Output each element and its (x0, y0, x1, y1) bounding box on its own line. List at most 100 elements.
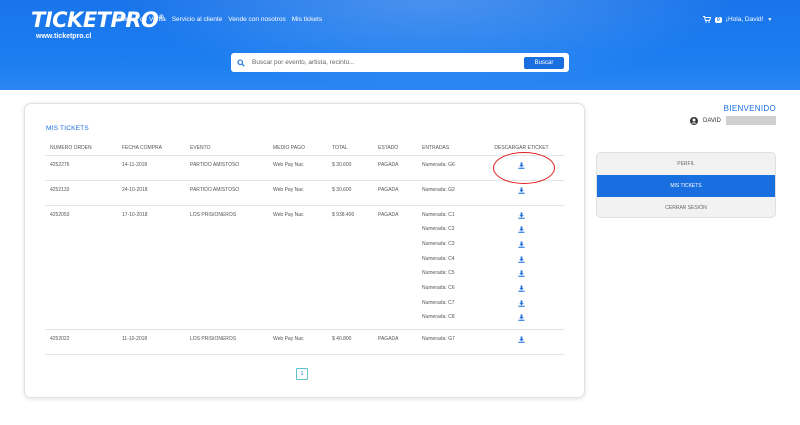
redacted-surname (725, 116, 776, 125)
highlight-circle (493, 152, 555, 184)
download-icon[interactable] (518, 241, 525, 248)
table-row: 4252133 24-10-2018 PARTIDO AMISTOSO Web Pay… (45, 180, 564, 206)
header: TICKETPRO® www.ticketpro.cl Puntos de Ve… (0, 0, 800, 90)
search-input[interactable] (252, 59, 512, 66)
welcome-heading: BIENVENIDO (723, 104, 776, 113)
cell-numero-orden: 4252133 (45, 180, 117, 206)
cell-estado: PAGADA (373, 329, 417, 355)
table-row: 4252022 11-10-2018 LOS PRISIONEROS Web Pay … (45, 329, 564, 355)
col-evento: EVENTO (185, 141, 268, 156)
search-bar: Buscar (231, 53, 569, 72)
download-icon[interactable] (518, 285, 525, 292)
cell-descargar (479, 205, 564, 330)
menu-item-cerrar-sesi-n[interactable]: CERRAR SESIÓN (597, 197, 775, 217)
user-name: DAVID (703, 117, 721, 124)
nav-mis-tickets[interactable]: Mis tickets (292, 16, 322, 23)
cell-medio-pago: Web Pay Nac (268, 180, 327, 206)
cell-entradas: Numerada: C1 Numerada: C2 Numerada: C3 Nume… (417, 205, 479, 330)
cell-fecha-compra: 14-11-2018 (117, 155, 185, 181)
menu-item-perfil[interactable]: PERFIL (597, 153, 775, 175)
download-eticket-button[interactable] (479, 226, 564, 241)
download-eticket-button[interactable] (479, 300, 564, 315)
col-entradas: ENTRADAS (417, 141, 479, 156)
main-nav: Puntos de Venta Servicio al cliente Vend… (118, 16, 322, 23)
orders-table: NUMERO ORDEN FECHA COMPRA EVENTO MEDIO P… (45, 141, 564, 355)
download-icon[interactable] (518, 211, 525, 219)
search-button[interactable]: Buscar (524, 57, 564, 69)
cell-total: $ 40.800 (327, 329, 373, 355)
download-eticket-button[interactable] (479, 285, 564, 300)
nav-servicio-al-cliente[interactable]: Servicio al cliente (172, 16, 223, 23)
download-icon[interactable] (518, 336, 525, 343)
cell-total: $ 938.400 (327, 205, 373, 330)
cell-numero-orden: 4252022 (45, 329, 117, 355)
col-fecha-compra: FECHA COMPRA (117, 141, 185, 156)
download-icon[interactable] (518, 300, 525, 307)
cell-medio-pago: Web Pay Nac (268, 205, 327, 330)
col-numero-orden: NUMERO ORDEN (45, 141, 117, 156)
table-row: 4252276 14-11-2018 PARTIDO AMISTOSO Web Pay… (45, 155, 564, 181)
ticket-seat: Numerada: C1 (422, 211, 455, 218)
cart-count-badge[interactable]: 0 (715, 16, 722, 23)
download-eticket-button[interactable] (479, 241, 564, 256)
cell-estado: PAGADA (373, 205, 417, 330)
download-icon[interactable] (518, 270, 525, 278)
ticket-seat: Numerada: G6 (422, 161, 455, 168)
cell-fecha-compra: 11-10-2018 (117, 329, 185, 355)
download-icon[interactable] (518, 226, 525, 233)
cell-entradas: Numerada: G2 (417, 180, 479, 206)
ticket-seat: Numerada: C3 (422, 240, 455, 247)
cell-evento: LOS PRISIONEROS (185, 329, 268, 355)
download-eticket-button[interactable] (479, 314, 564, 329)
cell-medio-pago: Web Pay Nac (268, 155, 327, 181)
cell-entradas: Numerada: G7 (417, 329, 479, 355)
page-title: MIS TICKETS (46, 125, 89, 132)
cart-icon[interactable] (703, 16, 711, 23)
ticket-seat: Numerada: C7 (422, 299, 455, 306)
cell-evento: LOS PRISIONEROS (185, 205, 268, 330)
cell-evento: PARTIDO AMISTOSO (185, 180, 268, 206)
ticket-seat: Numerada: G2 (422, 186, 455, 193)
chevron-down-icon[interactable]: ▼ (767, 17, 772, 23)
cell-total: $ 30.600 (327, 180, 373, 206)
cell-total: $ 30.600 (327, 155, 373, 181)
cell-estado: PAGADA (373, 180, 417, 206)
col-estado: ESTADO (373, 141, 417, 156)
ticket-seat: Numerada: C6 (422, 284, 455, 291)
ticket-seat: Numerada: C4 (422, 255, 455, 262)
nav-vende-con-nosotros[interactable]: Vende con nosotros (228, 16, 285, 23)
logo-url: www.ticketpro.cl (36, 33, 92, 40)
ticket-seat: Numerada: C2 (422, 226, 455, 233)
download-icon[interactable] (518, 186, 525, 194)
table-header-row: NUMERO ORDEN FECHA COMPRA EVENTO MEDIO P… (45, 141, 564, 156)
cell-descargar (479, 329, 564, 355)
cell-evento: PARTIDO AMISTOSO (185, 155, 268, 181)
download-eticket-button[interactable] (479, 336, 564, 345)
download-eticket-button[interactable] (479, 211, 564, 227)
download-eticket-button[interactable] (479, 270, 564, 285)
cell-estado: PAGADA (373, 155, 417, 181)
download-eticket-button[interactable] (479, 256, 564, 271)
download-eticket-button[interactable] (479, 186, 564, 196)
download-icon[interactable] (518, 314, 525, 322)
cell-numero-orden: 4252053 (45, 205, 117, 330)
cell-entradas: Numerada: G6 (417, 155, 479, 181)
tickets-card: MIS TICKETS NUMERO ORDEN FECHA COMPRA EV… (24, 103, 585, 398)
table-row: 4252053 17-10-2018 LOS PRISIONEROS Web Pay … (45, 205, 564, 330)
pagination-page[interactable]: 1 (296, 368, 308, 380)
col-medio-pago: MEDIO PAGO (268, 141, 327, 156)
menu-item-mis-tickets[interactable]: MIS TICKETS (597, 175, 775, 197)
search-icon (237, 58, 245, 67)
download-icon[interactable] (518, 256, 525, 263)
user-greeting[interactable]: ¡Hola, David! (726, 16, 764, 23)
ticket-seat: Numerada: C8 (422, 314, 455, 321)
nav-puntos-de-venta[interactable]: Puntos de Venta (118, 16, 166, 23)
col-total: TOTAL (327, 141, 373, 156)
ticket-seat: Numerada: C5 (422, 270, 455, 277)
user-icon (690, 116, 698, 125)
crowd-background (120, 0, 740, 90)
user-name-row: DAVID (690, 116, 776, 125)
cell-fecha-compra: 24-10-2018 (117, 180, 185, 206)
account-menu: PERFIL MIS TICKETS CERRAR SESIÓN (596, 152, 776, 218)
cell-medio-pago: Web Pay Nac (268, 329, 327, 355)
